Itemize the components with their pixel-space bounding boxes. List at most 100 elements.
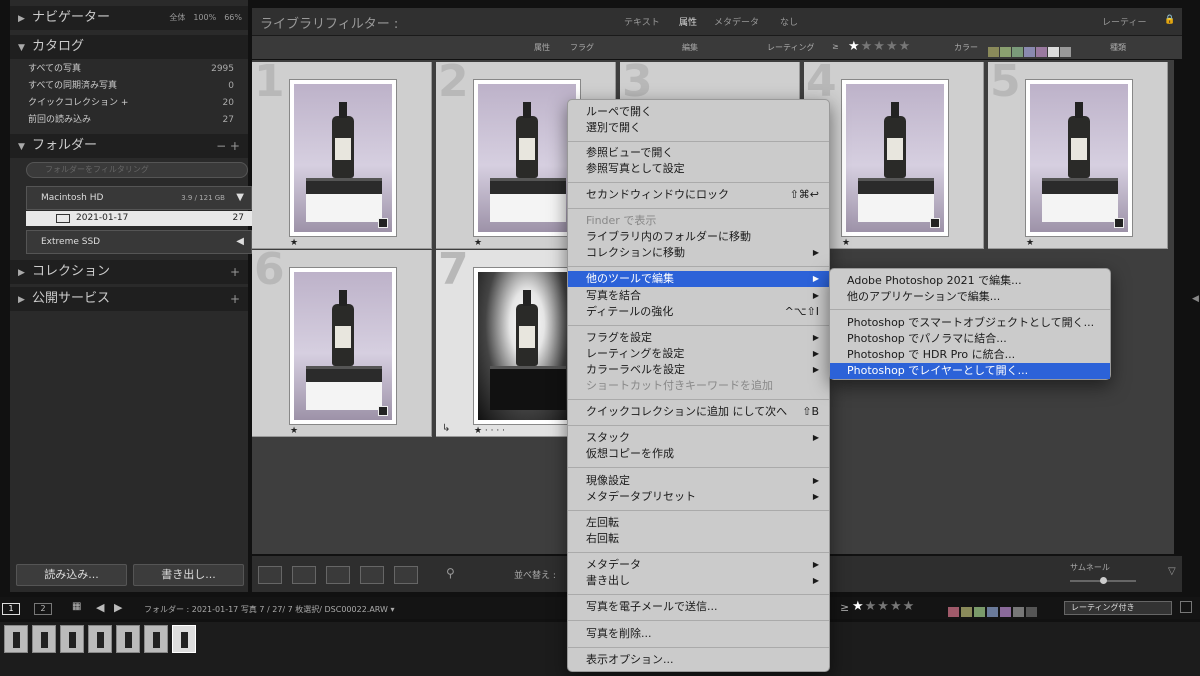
chevron-down-icon[interactable]: ▽: [1168, 566, 1176, 577]
grid-cell[interactable]: 6 ★: [252, 244, 432, 437]
volume-extreme-ssd[interactable]: Extreme SSD ◀: [26, 230, 252, 254]
filmstrip-thumb[interactable]: [60, 625, 84, 653]
menu-email-photo[interactable]: 写真を電子メールで送信...: [568, 599, 829, 615]
filmstrip-thumb[interactable]: [4, 625, 28, 653]
publish-header[interactable]: ▶ 公開サービス +: [10, 287, 248, 311]
filmstrip-color-swatches[interactable]: [948, 602, 1037, 621]
photo-thumbnail[interactable]: [289, 267, 397, 425]
menu-open-cull[interactable]: 選別で開く: [568, 120, 829, 136]
survey-view-icon[interactable]: [360, 566, 384, 584]
left-panel: ▶ ナビゲーター 全体 100% 66% ▼ カタログ すべての写真 2995 すべての同…: [10, 0, 252, 592]
filmstrip-thumb[interactable]: [88, 625, 112, 653]
folders-header[interactable]: ▼ フォルダー − +: [10, 134, 248, 158]
loupe-view-icon[interactable]: [292, 566, 316, 584]
menu-go-to-collection[interactable]: コレクションに移動 ▶: [568, 245, 829, 261]
forward-arrow-icon[interactable]: ▶: [114, 601, 122, 614]
filmstrip-thumb[interactable]: [144, 625, 168, 653]
folder-search-input[interactable]: フォルダーをフィルタリング: [26, 162, 248, 178]
submenu-edit-photoshop[interactable]: Adobe Photoshop 2021 で編集...: [830, 273, 1110, 289]
rating-op[interactable]: ≥: [832, 42, 839, 51]
photo-thumbnail[interactable]: [289, 79, 397, 237]
lock-icon[interactable]: 🔒: [1164, 15, 1175, 25]
filter-preset-dropdown[interactable]: レーティング付き: [1064, 601, 1172, 615]
catalog-header[interactable]: ▼ カタログ: [10, 35, 248, 59]
filmstrip-rating-stars[interactable]: ★★★★★: [852, 599, 915, 614]
menu-rotate-right[interactable]: 右回転: [568, 531, 829, 547]
page-1-button[interactable]: 1: [2, 603, 20, 615]
navigator-header[interactable]: ▶ ナビゲーター 全体 100% 66%: [10, 6, 248, 30]
menu-set-flag[interactable]: フラグを設定 ▶: [568, 330, 829, 346]
menu-add-quick-next[interactable]: クイックコレクションに追加 にして次へ ⇧B: [568, 404, 829, 420]
submenu-edit-other-app[interactable]: 他のアプリケーションで編集...: [830, 289, 1110, 305]
menu-enhance-details[interactable]: ディテールの強化 ^⌥⇧I: [568, 304, 829, 320]
nav-opt-66[interactable]: 66%: [224, 13, 242, 22]
add-icon[interactable]: +: [230, 287, 240, 311]
kind-label: 種類: [1110, 43, 1126, 52]
people-view-icon[interactable]: [394, 566, 418, 584]
nav-opt-100[interactable]: 100%: [193, 13, 216, 22]
menu-edit-in[interactable]: 他のツールで編集 ▶: [568, 271, 829, 287]
grid-icon[interactable]: ▦: [72, 601, 81, 612]
rating-stars[interactable]: ★★★★★: [848, 39, 911, 54]
right-panel-toggle-icon[interactable]: ◀: [1192, 294, 1199, 304]
catalog-item-synced[interactable]: すべての同期済み写真 0: [16, 78, 242, 95]
menu-lock-second-window[interactable]: セカンドウィンドウにロック ⇧⌘↩: [568, 187, 829, 203]
catalog-item-all[interactable]: すべての写真 2995: [16, 61, 242, 78]
thumbnail-size-slider[interactable]: [1070, 577, 1136, 584]
submenu-open-as-layers[interactable]: Photoshop でレイヤーとして開く...: [830, 363, 1110, 379]
submenu-hdr-pro[interactable]: Photoshop で HDR Pro に統合...: [830, 347, 1110, 363]
catalog-item-previous[interactable]: 前回の読み込み 27: [16, 112, 242, 129]
compare-view-icon[interactable]: [326, 566, 350, 584]
menu-set-color-label[interactable]: カラーラベルを設定 ▶: [568, 362, 829, 378]
volume-macintosh-hd[interactable]: Macintosh HD 3.9 / 121 GB ▼: [26, 186, 252, 210]
catalog-item-quick[interactable]: クイックコレクション +20: [16, 95, 242, 112]
menu-metadata-presets[interactable]: メタデータプリセット ▶: [568, 489, 829, 505]
menu-set-rating[interactable]: レーティングを設定 ▶: [568, 346, 829, 362]
import-button[interactable]: 読み込み...: [16, 564, 127, 586]
tab-none[interactable]: なし: [780, 15, 798, 28]
grid-cell[interactable]: 5 ★: [988, 56, 1168, 249]
menu-stack[interactable]: スタック ▶: [568, 430, 829, 446]
menu-export[interactable]: 書き出し ▶: [568, 573, 829, 589]
filmstrip-path[interactable]: フォルダー : 2021-01-17 写真 7 / 27/ 7 枚選択/ DSC…: [144, 604, 395, 615]
photo-thumbnail[interactable]: [841, 79, 949, 237]
grid-view-icon[interactable]: [258, 566, 282, 584]
menu-go-to-folder[interactable]: ライブラリ内のフォルダーに移動: [568, 229, 829, 245]
submenu-panorama[interactable]: Photoshop でパノラマに結合...: [830, 331, 1110, 347]
page-2-button[interactable]: 2: [34, 603, 52, 615]
folder-add-remove-button[interactable]: − +: [216, 134, 240, 158]
tab-metadata[interactable]: メタデータ: [714, 15, 759, 28]
menu-set-reference[interactable]: 参照写真として設定: [568, 161, 829, 177]
menu-delete-photo[interactable]: 写真を削除...: [568, 626, 829, 642]
grid-cell[interactable]: 4 ★: [804, 56, 984, 249]
photo-thumbnail[interactable]: [473, 79, 581, 237]
rotate-icon[interactable]: ↳: [442, 423, 450, 434]
menu-reference-view[interactable]: 参照ビューで開く: [568, 145, 829, 161]
menu-metadata[interactable]: メタデータ ▶: [568, 557, 829, 573]
photo-thumbnail[interactable]: [473, 267, 581, 425]
menu-rotate-left[interactable]: 左回転: [568, 515, 829, 531]
collections-header[interactable]: ▶ コレクション +: [10, 260, 248, 284]
menu-virtual-copy[interactable]: 仮想コピーを作成: [568, 446, 829, 462]
back-arrow-icon[interactable]: ◀: [96, 601, 104, 614]
menu-open-loupe[interactable]: ルーペで開く: [568, 104, 829, 120]
tab-text[interactable]: テキスト: [624, 15, 660, 28]
grid-cell[interactable]: 1 ★: [252, 56, 432, 249]
filter-switch-icon[interactable]: [1180, 601, 1192, 613]
tab-attribute[interactable]: 属性: [679, 15, 697, 28]
photo-thumbnail[interactable]: [1025, 79, 1133, 237]
folder-item[interactable]: 2021-01-17 27: [26, 211, 252, 226]
export-button[interactable]: 書き出し...: [133, 564, 244, 586]
filmstrip-thumb[interactable]: [116, 625, 140, 653]
add-icon[interactable]: +: [230, 260, 240, 284]
menu-develop-settings[interactable]: 現像設定 ▶: [568, 473, 829, 489]
submenu-smart-object[interactable]: Photoshop でスマートオブジェクトとして開く...: [830, 315, 1110, 331]
spray-can-icon[interactable]: ⚲: [446, 566, 455, 580]
filmstrip-rating-op[interactable]: ≥: [840, 601, 849, 614]
filmstrip-thumb-selected[interactable]: [172, 625, 196, 653]
filmstrip-thumb[interactable]: [32, 625, 56, 653]
menu-photo-merge[interactable]: 写真を結合 ▶: [568, 288, 829, 304]
preset-dropdown[interactable]: レーティー: [1102, 15, 1146, 28]
nav-opt-fit[interactable]: 全体: [169, 13, 185, 22]
menu-view-options[interactable]: 表示オプション...: [568, 652, 829, 668]
